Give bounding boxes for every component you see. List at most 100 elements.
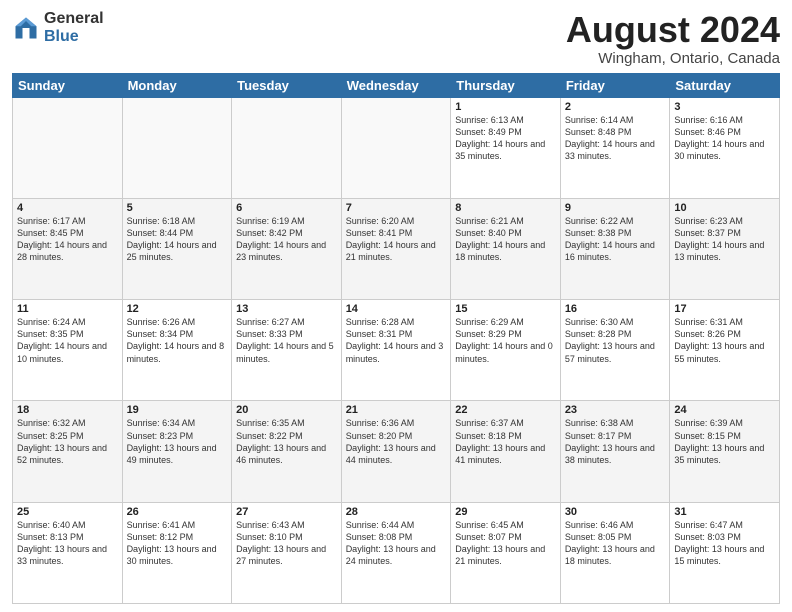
day-number: 9 bbox=[565, 202, 666, 214]
calendar-week-row: 25Sunrise: 6:40 AM Sunset: 8:13 PM Dayli… bbox=[13, 502, 780, 603]
day-number: 29 bbox=[455, 506, 556, 518]
day-info: Sunrise: 6:18 AM Sunset: 8:44 PM Dayligh… bbox=[127, 215, 228, 264]
day-number: 3 bbox=[674, 101, 775, 113]
day-info: Sunrise: 6:41 AM Sunset: 8:12 PM Dayligh… bbox=[127, 519, 228, 568]
day-info: Sunrise: 6:32 AM Sunset: 8:25 PM Dayligh… bbox=[17, 417, 118, 466]
page-container: General Blue August 2024 Wingham, Ontari… bbox=[0, 0, 792, 612]
calendar-header-friday: Friday bbox=[560, 73, 670, 97]
calendar-cell: 15Sunrise: 6:29 AM Sunset: 8:29 PM Dayli… bbox=[451, 300, 561, 401]
calendar-week-row: 1Sunrise: 6:13 AM Sunset: 8:49 PM Daylig… bbox=[13, 97, 780, 198]
calendar-cell bbox=[122, 97, 232, 198]
calendar-cell: 19Sunrise: 6:34 AM Sunset: 8:23 PM Dayli… bbox=[122, 401, 232, 502]
day-info: Sunrise: 6:20 AM Sunset: 8:41 PM Dayligh… bbox=[346, 215, 447, 264]
logo-general-text: General bbox=[44, 10, 104, 28]
day-info: Sunrise: 6:40 AM Sunset: 8:13 PM Dayligh… bbox=[17, 519, 118, 568]
calendar-cell: 9Sunrise: 6:22 AM Sunset: 8:38 PM Daylig… bbox=[560, 198, 670, 299]
day-info: Sunrise: 6:17 AM Sunset: 8:45 PM Dayligh… bbox=[17, 215, 118, 264]
calendar-cell: 26Sunrise: 6:41 AM Sunset: 8:12 PM Dayli… bbox=[122, 502, 232, 603]
day-info: Sunrise: 6:13 AM Sunset: 8:49 PM Dayligh… bbox=[455, 114, 556, 163]
calendar-header-monday: Monday bbox=[122, 73, 232, 97]
day-number: 6 bbox=[236, 202, 337, 214]
calendar-cell: 13Sunrise: 6:27 AM Sunset: 8:33 PM Dayli… bbox=[232, 300, 342, 401]
calendar-cell bbox=[13, 97, 123, 198]
day-number: 12 bbox=[127, 303, 228, 315]
day-number: 1 bbox=[455, 101, 556, 113]
day-info: Sunrise: 6:38 AM Sunset: 8:17 PM Dayligh… bbox=[565, 417, 666, 466]
day-number: 19 bbox=[127, 404, 228, 416]
day-info: Sunrise: 6:27 AM Sunset: 8:33 PM Dayligh… bbox=[236, 316, 337, 365]
day-info: Sunrise: 6:37 AM Sunset: 8:18 PM Dayligh… bbox=[455, 417, 556, 466]
calendar-cell: 6Sunrise: 6:19 AM Sunset: 8:42 PM Daylig… bbox=[232, 198, 342, 299]
calendar-cell: 7Sunrise: 6:20 AM Sunset: 8:41 PM Daylig… bbox=[341, 198, 451, 299]
day-number: 11 bbox=[17, 303, 118, 315]
logo: General Blue bbox=[12, 10, 104, 45]
calendar-cell: 23Sunrise: 6:38 AM Sunset: 8:17 PM Dayli… bbox=[560, 401, 670, 502]
calendar-header-saturday: Saturday bbox=[670, 73, 780, 97]
calendar-cell: 28Sunrise: 6:44 AM Sunset: 8:08 PM Dayli… bbox=[341, 502, 451, 603]
day-info: Sunrise: 6:36 AM Sunset: 8:20 PM Dayligh… bbox=[346, 417, 447, 466]
day-number: 2 bbox=[565, 101, 666, 113]
day-number: 26 bbox=[127, 506, 228, 518]
header: General Blue August 2024 Wingham, Ontari… bbox=[12, 10, 780, 67]
day-number: 25 bbox=[17, 506, 118, 518]
day-number: 22 bbox=[455, 404, 556, 416]
calendar-cell: 29Sunrise: 6:45 AM Sunset: 8:07 PM Dayli… bbox=[451, 502, 561, 603]
day-info: Sunrise: 6:39 AM Sunset: 8:15 PM Dayligh… bbox=[674, 417, 775, 466]
day-info: Sunrise: 6:34 AM Sunset: 8:23 PM Dayligh… bbox=[127, 417, 228, 466]
logo-icon bbox=[12, 14, 40, 42]
calendar-cell: 18Sunrise: 6:32 AM Sunset: 8:25 PM Dayli… bbox=[13, 401, 123, 502]
calendar-cell: 10Sunrise: 6:23 AM Sunset: 8:37 PM Dayli… bbox=[670, 198, 780, 299]
day-info: Sunrise: 6:14 AM Sunset: 8:48 PM Dayligh… bbox=[565, 114, 666, 163]
day-number: 13 bbox=[236, 303, 337, 315]
day-info: Sunrise: 6:16 AM Sunset: 8:46 PM Dayligh… bbox=[674, 114, 775, 163]
calendar-cell: 17Sunrise: 6:31 AM Sunset: 8:26 PM Dayli… bbox=[670, 300, 780, 401]
calendar-cell: 31Sunrise: 6:47 AM Sunset: 8:03 PM Dayli… bbox=[670, 502, 780, 603]
day-info: Sunrise: 6:26 AM Sunset: 8:34 PM Dayligh… bbox=[127, 316, 228, 365]
subtitle: Wingham, Ontario, Canada bbox=[566, 50, 780, 67]
calendar-cell: 8Sunrise: 6:21 AM Sunset: 8:40 PM Daylig… bbox=[451, 198, 561, 299]
calendar-cell: 20Sunrise: 6:35 AM Sunset: 8:22 PM Dayli… bbox=[232, 401, 342, 502]
day-number: 30 bbox=[565, 506, 666, 518]
calendar-cell: 5Sunrise: 6:18 AM Sunset: 8:44 PM Daylig… bbox=[122, 198, 232, 299]
day-number: 4 bbox=[17, 202, 118, 214]
main-title: August 2024 bbox=[566, 10, 780, 50]
day-number: 10 bbox=[674, 202, 775, 214]
calendar-header-wednesday: Wednesday bbox=[341, 73, 451, 97]
day-info: Sunrise: 6:29 AM Sunset: 8:29 PM Dayligh… bbox=[455, 316, 556, 365]
calendar-week-row: 18Sunrise: 6:32 AM Sunset: 8:25 PM Dayli… bbox=[13, 401, 780, 502]
day-info: Sunrise: 6:45 AM Sunset: 8:07 PM Dayligh… bbox=[455, 519, 556, 568]
logo-blue-text: Blue bbox=[44, 28, 104, 46]
day-number: 20 bbox=[236, 404, 337, 416]
calendar-cell: 2Sunrise: 6:14 AM Sunset: 8:48 PM Daylig… bbox=[560, 97, 670, 198]
day-info: Sunrise: 6:28 AM Sunset: 8:31 PM Dayligh… bbox=[346, 316, 447, 365]
day-info: Sunrise: 6:43 AM Sunset: 8:10 PM Dayligh… bbox=[236, 519, 337, 568]
day-number: 27 bbox=[236, 506, 337, 518]
day-info: Sunrise: 6:19 AM Sunset: 8:42 PM Dayligh… bbox=[236, 215, 337, 264]
calendar-cell: 16Sunrise: 6:30 AM Sunset: 8:28 PM Dayli… bbox=[560, 300, 670, 401]
day-info: Sunrise: 6:22 AM Sunset: 8:38 PM Dayligh… bbox=[565, 215, 666, 264]
calendar-cell: 21Sunrise: 6:36 AM Sunset: 8:20 PM Dayli… bbox=[341, 401, 451, 502]
day-number: 21 bbox=[346, 404, 447, 416]
calendar-cell: 25Sunrise: 6:40 AM Sunset: 8:13 PM Dayli… bbox=[13, 502, 123, 603]
calendar-cell bbox=[341, 97, 451, 198]
day-info: Sunrise: 6:44 AM Sunset: 8:08 PM Dayligh… bbox=[346, 519, 447, 568]
calendar-cell: 1Sunrise: 6:13 AM Sunset: 8:49 PM Daylig… bbox=[451, 97, 561, 198]
calendar-cell: 14Sunrise: 6:28 AM Sunset: 8:31 PM Dayli… bbox=[341, 300, 451, 401]
day-info: Sunrise: 6:23 AM Sunset: 8:37 PM Dayligh… bbox=[674, 215, 775, 264]
day-info: Sunrise: 6:31 AM Sunset: 8:26 PM Dayligh… bbox=[674, 316, 775, 365]
day-info: Sunrise: 6:35 AM Sunset: 8:22 PM Dayligh… bbox=[236, 417, 337, 466]
calendar-week-row: 11Sunrise: 6:24 AM Sunset: 8:35 PM Dayli… bbox=[13, 300, 780, 401]
day-number: 8 bbox=[455, 202, 556, 214]
calendar-cell: 24Sunrise: 6:39 AM Sunset: 8:15 PM Dayli… bbox=[670, 401, 780, 502]
day-info: Sunrise: 6:24 AM Sunset: 8:35 PM Dayligh… bbox=[17, 316, 118, 365]
calendar-cell: 30Sunrise: 6:46 AM Sunset: 8:05 PM Dayli… bbox=[560, 502, 670, 603]
day-number: 28 bbox=[346, 506, 447, 518]
calendar-header-sunday: Sunday bbox=[13, 73, 123, 97]
day-number: 15 bbox=[455, 303, 556, 315]
calendar-week-row: 4Sunrise: 6:17 AM Sunset: 8:45 PM Daylig… bbox=[13, 198, 780, 299]
calendar-table: SundayMondayTuesdayWednesdayThursdayFrid… bbox=[12, 73, 780, 604]
title-block: August 2024 Wingham, Ontario, Canada bbox=[566, 10, 780, 67]
calendar-cell bbox=[232, 97, 342, 198]
calendar-header-row: SundayMondayTuesdayWednesdayThursdayFrid… bbox=[13, 73, 780, 97]
day-number: 14 bbox=[346, 303, 447, 315]
